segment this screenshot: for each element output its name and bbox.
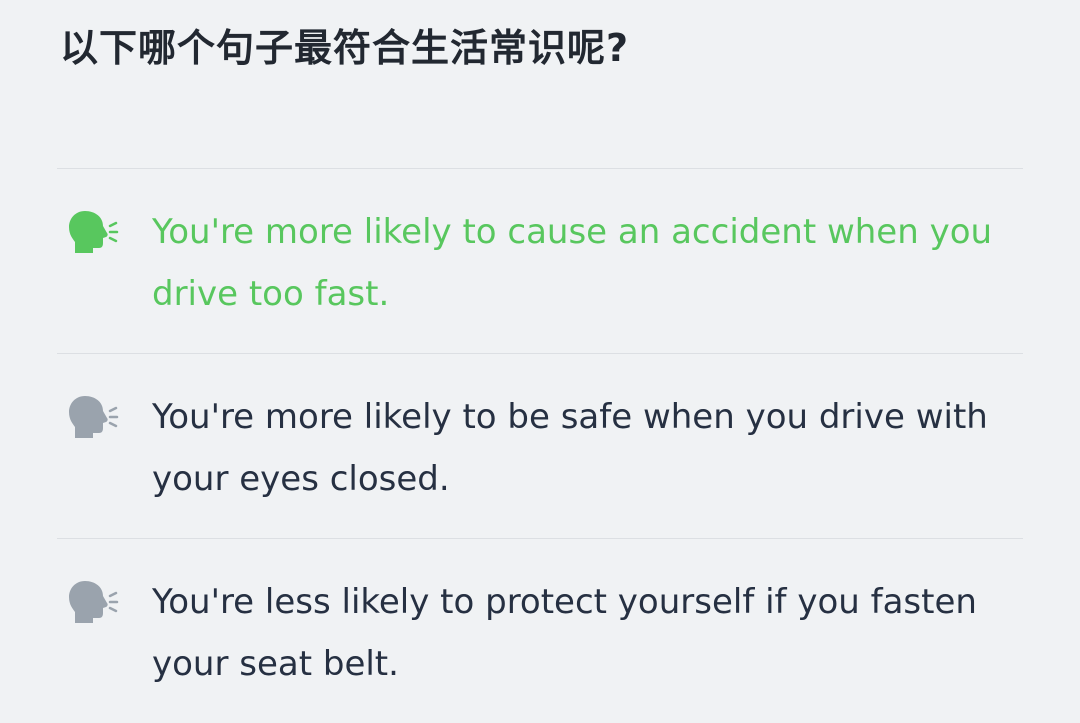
- speaking-head-icon[interactable]: [65, 390, 121, 446]
- option-3[interactable]: You're less likely to protect yourself i…: [57, 538, 1023, 723]
- speaking-head-icon[interactable]: [65, 575, 121, 631]
- option-text: You're less likely to protect yourself i…: [152, 582, 977, 684]
- option-text: You're more likely to cause an accident …: [152, 212, 993, 314]
- question-title: 以下哪个句子最符合生活常识呢?: [60, 26, 630, 70]
- option-2[interactable]: You're more likely to be safe when you d…: [57, 353, 1023, 538]
- option-1[interactable]: You're more likely to cause an accident …: [57, 168, 1023, 353]
- options-list: You're more likely to cause an accident …: [57, 168, 1023, 723]
- speaking-head-icon[interactable]: [65, 205, 121, 261]
- option-text: You're more likely to be safe when you d…: [152, 397, 988, 499]
